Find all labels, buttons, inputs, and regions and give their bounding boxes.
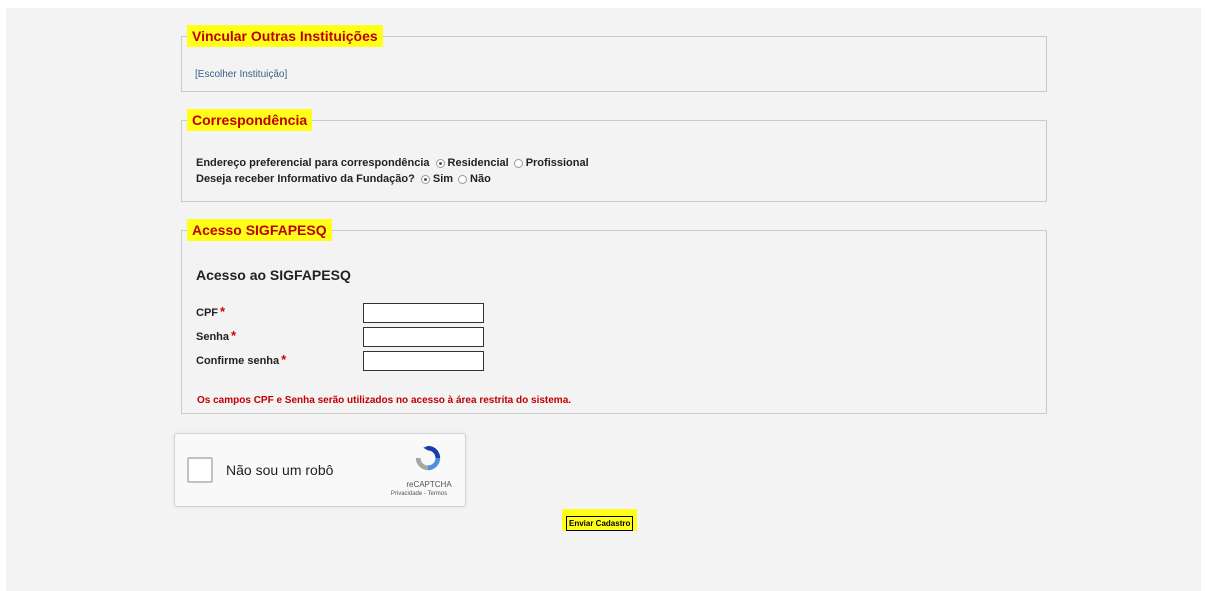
vincular-section: Vincular Outras Instituições [Escolher I…: [181, 25, 1047, 92]
senha-label: Senha *: [196, 328, 237, 343]
form-page: Vincular Outras Instituições [Escolher I…: [6, 8, 1201, 591]
endereco-row: Endereço preferencial para correspondênc…: [196, 157, 591, 169]
required-mark: *: [220, 304, 226, 319]
confirme-senha-label: Confirme senha *: [196, 352, 287, 367]
recaptcha-brand: reCAPTCHA: [406, 480, 452, 489]
nao-radio[interactable]: [458, 174, 468, 184]
enviar-cadastro-button[interactable]: Enviar Cadastro: [566, 516, 634, 531]
acesso-title: Acesso ao SIGFAPESQ: [196, 267, 351, 283]
correspondencia-legend: Correspondência: [187, 109, 313, 131]
nao-label[interactable]: Não: [470, 173, 491, 185]
cpf-input[interactable]: [363, 303, 484, 323]
informativo-label: Deseja receber Informativo da Fundação?: [196, 173, 415, 185]
profissional-label[interactable]: Profissional: [526, 157, 589, 169]
acesso-section: Acesso SIGFAPESQ Acesso ao SIGFAPESQ CPF…: [181, 219, 1047, 414]
submit-highlight: Enviar Cadastro: [562, 509, 638, 531]
recaptcha-checkbox[interactable]: [187, 457, 213, 483]
required-mark: *: [281, 352, 287, 367]
recaptcha-label: Não sou um robô: [226, 462, 334, 478]
confirme-senha-input[interactable]: [363, 351, 484, 371]
cpf-label: CPF *: [196, 304, 226, 319]
vincular-legend: Vincular Outras Instituições: [187, 25, 383, 47]
acesso-legend: Acesso SIGFAPESQ: [187, 219, 332, 241]
required-mark: *: [231, 328, 237, 343]
sim-radio[interactable]: [420, 174, 430, 184]
profissional-radio[interactable]: [513, 158, 523, 168]
recaptcha-widget: Não sou um robô reCAPTCHA Privacidade - …: [174, 433, 466, 507]
senha-input[interactable]: [363, 327, 484, 347]
escolher-instituicao-link[interactable]: [Escolher Instituição]: [195, 69, 287, 80]
residencial-label[interactable]: Residencial: [448, 157, 509, 169]
residencial-radio[interactable]: [435, 158, 445, 168]
informativo-row: Deseja receber Informativo da Fundação? …: [196, 173, 493, 185]
recaptcha-logo-icon: [415, 445, 441, 471]
recaptcha-links[interactable]: Privacidade - Termos: [381, 491, 457, 497]
sim-label[interactable]: Sim: [433, 173, 453, 185]
acesso-note: Os campos CPF e Senha serão utilizados n…: [197, 395, 572, 406]
endereco-label: Endereço preferencial para correspondênc…: [196, 157, 430, 169]
correspondencia-section: Correspondência Endereço preferencial pa…: [181, 109, 1047, 202]
